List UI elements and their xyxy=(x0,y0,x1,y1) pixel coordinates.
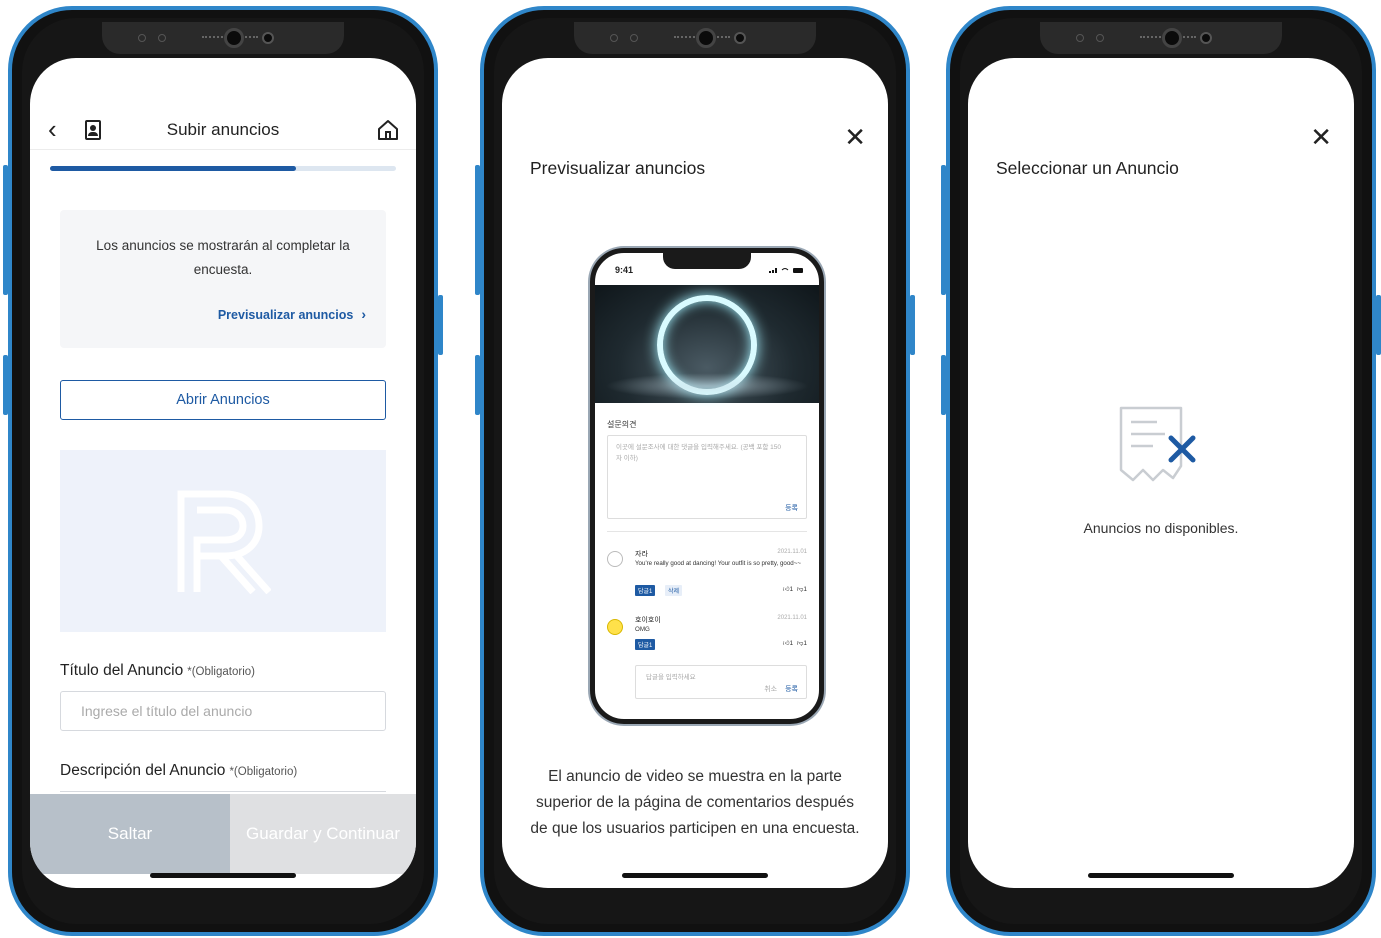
comment-date: 2021.11.01 xyxy=(777,615,807,621)
vote-counts: 👍︎1 👎︎1 xyxy=(783,639,807,647)
required-note: *(Obligatorio) xyxy=(229,766,298,778)
info-box: Los anuncios se mostrarán al completar l… xyxy=(60,210,386,348)
no-ads-receipt-icon xyxy=(1119,406,1196,482)
phone-speaker-bar xyxy=(102,22,344,54)
avatar xyxy=(607,551,623,567)
phone-speaker-bar xyxy=(574,22,816,54)
mist-image xyxy=(605,373,809,399)
reply-actions: 취소 등록 xyxy=(764,684,798,694)
preview-ads-link-label: Previsualizar anuncios xyxy=(217,308,354,322)
reply-cancel-button[interactable]: 취소 xyxy=(764,686,777,693)
preview-ads-link[interactable]: Previsualizar anuncios › xyxy=(218,306,366,322)
empty-state-message: Anuncios no disponibles. xyxy=(1083,520,1239,536)
comment-item: 호이호이 2021.11.01 OMG 답글1 👍︎1 👎︎1 xyxy=(607,615,807,659)
register-button[interactable]: 등록 xyxy=(785,503,798,513)
close-icon[interactable]: ✕ xyxy=(844,124,866,150)
page-title: Seleccionar un Anuncio xyxy=(996,158,1179,178)
survey-opinion-label: 설문의견 xyxy=(607,420,637,429)
select-ad-screen: ✕ Seleccionar un Anuncio Anuncios no dis… xyxy=(968,58,1354,888)
chevron-right-icon: › xyxy=(361,306,366,322)
page-title: Subir anuncios xyxy=(166,120,280,139)
dislike-count: 1 xyxy=(803,586,807,593)
power-button xyxy=(438,295,443,355)
phone-frame-select-ad: ✕ Seleccionar un Anuncio Anuncios no dis… xyxy=(941,6,1381,936)
ad-description-label: Descripción del Anuncio *(Obligatorio) xyxy=(60,762,297,780)
phone-frame-preview-ads: ✕ Previsualizar anuncios 9:41 설문의견 이곳에 설… xyxy=(475,6,915,936)
required-note: *(Obligatorio) xyxy=(187,666,255,678)
video-ad-banner[interactable] xyxy=(595,285,819,403)
volume-button xyxy=(941,355,946,415)
phone-bezel: ✕ Seleccionar un Anuncio Anuncios no dis… xyxy=(960,18,1362,924)
phone-speaker-bar xyxy=(1040,22,1282,54)
home-indicator xyxy=(1088,873,1234,878)
comment-body: You're really good at dancing! Your outf… xyxy=(635,560,801,567)
delete-tag[interactable]: 삭제 xyxy=(665,585,683,596)
divider xyxy=(607,531,807,532)
comment-placeholder: 이곳에 설문조사에 대한 댓글을 입력해주세요. (공백 포함 150자 이하) xyxy=(616,444,781,462)
info-text: Los anuncios se mostrarán al completar l… xyxy=(96,238,350,277)
ad-title-label-text: Título del Anuncio xyxy=(60,662,184,679)
phone-bezel: ‹ Subir anuncios Los anuncios se mostrar… xyxy=(22,18,424,924)
phone-bezel: ✕ Previsualizar anuncios 9:41 설문의견 이곳에 설… xyxy=(494,18,896,924)
save-continue-button[interactable]: Guardar y Continuar xyxy=(230,794,416,874)
preview-ads-screen: ✕ Previsualizar anuncios 9:41 설문의견 이곳에 설… xyxy=(502,58,888,888)
upload-ads-screen: ‹ Subir anuncios Los anuncios se mostrar… xyxy=(30,58,416,888)
page-title: Previsualizar anuncios xyxy=(530,158,706,178)
ad-title-input[interactable]: Ingrese el título del anuncio xyxy=(60,691,386,731)
status-icons xyxy=(769,268,803,273)
power-button xyxy=(1376,295,1381,355)
thumbs-up-icon[interactable]: 👍︎ xyxy=(783,640,790,647)
reply-input[interactable]: 답글을 입력하세요 취소 등록 xyxy=(635,665,807,699)
mockup-time: 9:41 xyxy=(615,265,634,275)
power-button xyxy=(910,295,915,355)
brand-logo-icon xyxy=(177,490,271,594)
thumbs-up-icon[interactable]: 👍︎ xyxy=(783,586,790,593)
ad-description-label-text: Descripción del Anuncio xyxy=(60,762,226,779)
vote-counts: 👍︎1 👎︎1 xyxy=(783,585,807,593)
like-count: 1 xyxy=(789,640,794,647)
mockup-notch xyxy=(663,253,751,269)
preview-description: El anuncio de video se muestra en la par… xyxy=(530,768,860,837)
volume-button xyxy=(3,165,8,295)
home-indicator xyxy=(150,873,296,878)
preview-phone-mockup: 9:41 설문의견 이곳에 설문조사에 대한 댓글을 입력해주세요. (공백 포… xyxy=(590,248,824,724)
close-icon[interactable]: ✕ xyxy=(1310,124,1332,150)
home-icon[interactable] xyxy=(376,118,400,142)
comment-author: 자라 xyxy=(635,551,648,558)
comment-date: 2021.11.01 xyxy=(777,549,807,555)
volume-button xyxy=(475,355,480,415)
comment-textarea[interactable]: 이곳에 설문조사에 대한 댓글을 입력해주세요. (공백 포함 150자 이하)… xyxy=(607,435,807,519)
dislike-count: 1 xyxy=(803,640,807,647)
progress-fill xyxy=(50,166,296,171)
comment-author: 호이호이 xyxy=(635,617,661,624)
skip-button[interactable]: Saltar xyxy=(30,794,230,874)
home-indicator xyxy=(622,873,768,878)
ad-image-placeholder[interactable] xyxy=(60,450,386,632)
avatar xyxy=(607,619,623,635)
volume-button xyxy=(941,165,946,295)
like-count: 1 xyxy=(789,586,794,593)
reply-register-button[interactable]: 등록 xyxy=(785,686,798,693)
open-ads-button[interactable]: Abrir Anuncios xyxy=(60,380,386,420)
step-progress-bar xyxy=(50,166,396,171)
volume-button xyxy=(3,355,8,415)
comment-item: 자라 2021.11.01 You're really good at danc… xyxy=(607,549,807,605)
reply-placeholder: 답글을 입력하세요 xyxy=(646,674,696,681)
volume-button xyxy=(475,165,480,295)
comment-body: OMG xyxy=(635,626,650,633)
app-header: ‹ Subir anuncios xyxy=(30,110,416,150)
reply-tag[interactable]: 답글1 xyxy=(635,639,656,650)
reply-tag[interactable]: 답글1 xyxy=(635,585,656,596)
ad-title-label: Título del Anuncio *(Obligatorio) xyxy=(60,662,255,680)
phone-frame-upload-ads: ‹ Subir anuncios Los anuncios se mostrar… xyxy=(3,6,443,936)
